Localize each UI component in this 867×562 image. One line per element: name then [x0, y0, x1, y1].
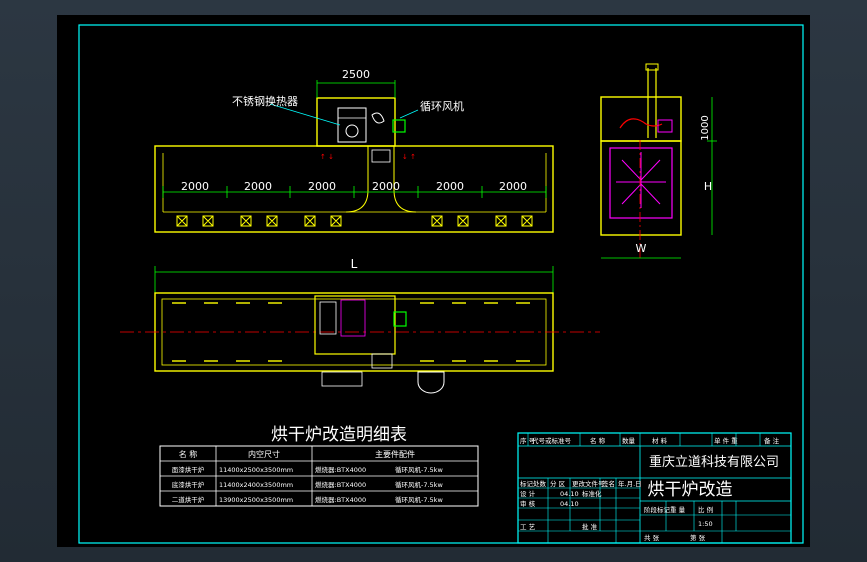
tb-sheet: 共 张 [644, 533, 660, 542]
tb-header: 名 称 [590, 436, 606, 445]
tb-sheet: 第 张 [690, 533, 706, 542]
plan-view: L [120, 257, 600, 394]
label-heat-exchanger: 不锈钢换热器 [232, 94, 298, 108]
side-elevation: 1000 H W [600, 63, 717, 260]
drawing-name: 烘干炉改造 [648, 480, 733, 500]
exchanger-burner-icon [345, 124, 359, 138]
bottom-heaters [176, 215, 533, 227]
plan-heater-box [314, 295, 396, 355]
tb-header: 备 注 [764, 436, 780, 445]
dim-segment-1: 2000 [181, 180, 209, 193]
dim-segment-6: 2000 [499, 180, 527, 193]
plan-chimney-base [417, 371, 445, 394]
tb-stage: 阶段标记 [644, 505, 671, 514]
spec-cell: 循环风机-7.5kw [395, 465, 443, 474]
spec-cell: 11400x2500x3500mm [219, 466, 293, 474]
spec-table-title: 烘干炉改造明细表 [271, 425, 407, 445]
dim-segment-3: 2000 [308, 180, 336, 193]
tb-approve: 批 准 [582, 522, 598, 531]
drawing-canvas: 2500 循环风机 不锈钢换热器 ↑ ↓ ↓ ↑ 2000 2000 2000 … [78, 24, 804, 544]
plan-burner [321, 371, 363, 387]
tb-designer: 设 计 [520, 489, 536, 498]
spec-cell: 二道烘干炉 [172, 495, 205, 504]
company-name: 重庆立道科技有限公司 [649, 454, 779, 470]
dim-side-top: 1000 [700, 115, 711, 140]
side-heater-box [600, 96, 682, 142]
spec-cell: 燃烧器:BTX4000 [315, 480, 366, 489]
spec-cell: 面漆烘干炉 [172, 465, 205, 474]
tb-stage: 比 例 [698, 505, 713, 514]
spec-header-name: 名 称 [179, 449, 198, 459]
dim-side-W: W [636, 242, 647, 255]
spec-cell: 13900x2500x3500mm [219, 496, 293, 504]
tb-process: 工 艺 [520, 523, 536, 531]
tb-header: 代号或标准号 [532, 436, 572, 445]
airflow-arrows-icon [616, 152, 666, 208]
tb-row-label: 标记处数 [520, 479, 547, 488]
tb-row-label: 分 区 [550, 479, 566, 488]
dim-segment-4: 2000 [372, 180, 400, 193]
spec-cell: 底漆烘干炉 [172, 480, 205, 489]
dim-segment-5: 2000 [436, 180, 464, 193]
dim-heater-width: 2500 [342, 68, 370, 81]
tb-row-label: 签名 [602, 479, 615, 488]
tb-header: 数量 [622, 436, 636, 445]
tb-designer: 标准化 [582, 489, 602, 498]
spec-table: 烘干炉改造明细表 名 称 内空尺寸 主要件配件 面漆烘干炉 11400x2500… [159, 425, 479, 507]
spec-cell: 燃烧器:BTX4000 [315, 495, 366, 504]
spec-cell: 燃烧器:BTX4000 [315, 465, 366, 474]
tb-check: 审 核 [520, 499, 536, 508]
cad-viewport: 2500 循环风机 不锈钢换热器 ↑ ↓ ↓ ↑ 2000 2000 2000 … [0, 0, 867, 562]
drawing-sheet: 2500 循环风机 不锈钢换热器 ↑ ↓ ↓ ↑ 2000 2000 2000 … [57, 15, 810, 547]
dim-side-H: H [704, 180, 712, 193]
dim-overall-L: L [351, 257, 358, 271]
flow-arrow-right: ↓ ↑ [402, 153, 416, 161]
tb-stage: 重 量 [670, 506, 686, 514]
label-circulation-fan: 循环风机 [420, 99, 464, 113]
tb-date: 04.10 [560, 490, 579, 498]
tb-row-label: 年.月.日 [618, 479, 642, 488]
spec-header-parts: 主要件配件 [375, 449, 415, 459]
front-elevation: 2500 循环风机 不锈钢换热器 ↑ ↓ ↓ ↑ 2000 2000 2000 … [154, 68, 554, 233]
fan-blade-icon [371, 112, 385, 124]
tb-header: 单 件 重 [714, 436, 738, 445]
tb-header: 材 料 [652, 436, 668, 445]
dim-segment-2: 2000 [244, 180, 272, 193]
plan-fan-motor [393, 311, 407, 327]
flow-arrow-left: ↑ ↓ [320, 153, 334, 161]
tb-row-label: 更改文件号 [572, 479, 605, 488]
spec-cell: 11400x2400x3500mm [219, 481, 293, 489]
title-block: 序 号 代号或标准号 名 称 数量 材 料 单 件 重 备 注 标记处数 分 区… [517, 432, 792, 544]
spec-header-size: 内空尺寸 [248, 449, 280, 459]
tb-scale: 1:50 [698, 520, 713, 528]
tb-date: 04.10 [560, 500, 579, 508]
spec-cell: 循环风机-7.5kw [395, 480, 443, 489]
spec-cell: 循环风机-7.5kw [395, 495, 443, 504]
